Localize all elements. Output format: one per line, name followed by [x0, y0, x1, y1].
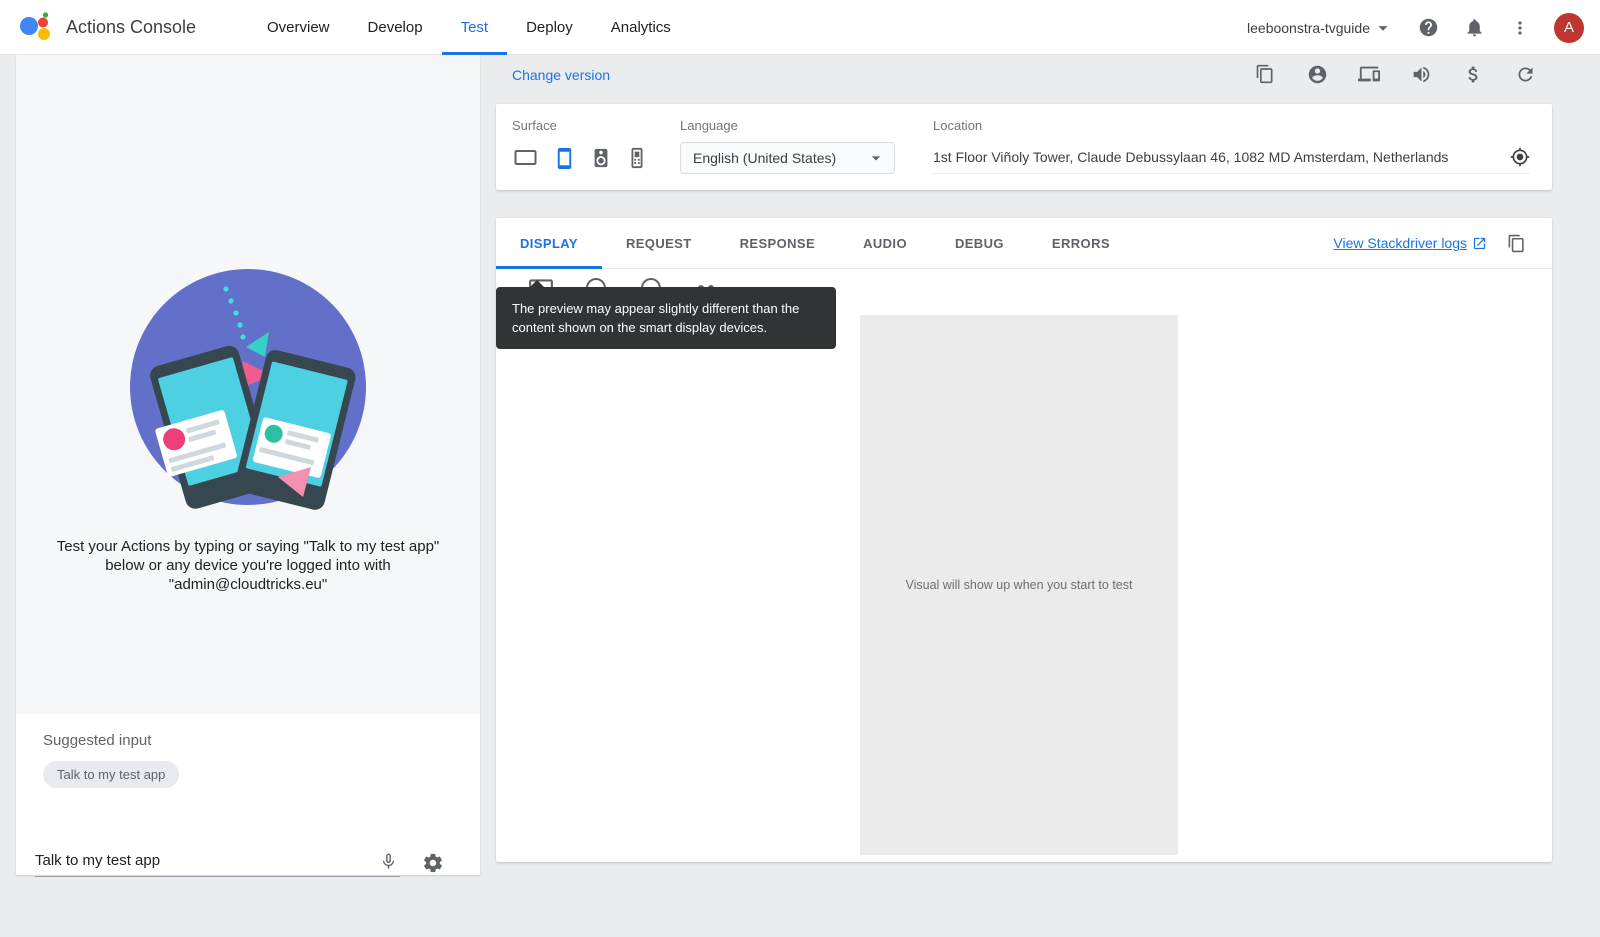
my-location-icon[interactable] — [1510, 147, 1530, 167]
surface-phone-icon[interactable] — [553, 147, 576, 170]
copy-icon[interactable] — [1507, 234, 1526, 253]
nav-develop[interactable]: Develop — [349, 0, 442, 55]
query-input[interactable] — [35, 846, 400, 876]
main-nav: Overview Develop Test Deploy Analytics — [248, 0, 690, 55]
surface-speaker-icon[interactable] — [590, 147, 612, 169]
preview-tooltip: The preview may appear slightly differen… — [496, 287, 836, 349]
nav-analytics[interactable]: Analytics — [592, 0, 690, 55]
simulator-intro-text: Test your Actions by typing or saying "T… — [55, 537, 441, 594]
tab-errors[interactable]: ERRORS — [1028, 218, 1134, 268]
suggested-input-label: Suggested input — [43, 732, 480, 749]
devices-icon[interactable] — [1358, 63, 1380, 85]
location-input[interactable]: 1st Floor Viñoly Tower, Claude Debussyla… — [933, 141, 1530, 174]
nav-deploy[interactable]: Deploy — [507, 0, 592, 55]
surface-feature-phone-icon[interactable] — [626, 147, 648, 169]
avatar[interactable]: A — [1554, 13, 1584, 43]
simulator-input-area: Suggested input Talk to my test app — [16, 732, 480, 893]
simulator-toolbar — [1254, 63, 1536, 85]
project-name: leeboonstra-tvguide — [1247, 20, 1370, 36]
chevron-down-icon — [866, 148, 886, 168]
header-right: leeboonstra-tvguide A — [1247, 0, 1584, 55]
settings-gear-icon[interactable] — [422, 852, 444, 874]
test-panel-card: DISPLAY REQUEST RESPONSE AUDIO DEBUG ERR… — [496, 218, 1552, 862]
preview-placeholder-text: Visual will show up when you start to te… — [906, 578, 1133, 592]
project-selector[interactable]: leeboonstra-tvguide — [1247, 17, 1394, 39]
tab-display[interactable]: DISPLAY — [496, 218, 602, 268]
stackdriver-logs-link[interactable]: View Stackdriver logs — [1333, 235, 1487, 251]
language-select[interactable]: English (United States) — [680, 142, 895, 174]
more-vert-icon[interactable] — [1508, 16, 1532, 40]
visual-preview-area: Visual will show up when you start to te… — [860, 315, 1178, 855]
app-title: Actions Console — [66, 17, 196, 38]
change-version-link[interactable]: Change version — [512, 67, 610, 83]
assistant-logo-icon — [18, 12, 52, 42]
nav-overview[interactable]: Overview — [248, 0, 349, 55]
surface-label: Surface — [512, 118, 648, 133]
notifications-icon[interactable] — [1462, 16, 1486, 40]
volume-icon[interactable] — [1410, 63, 1432, 85]
help-icon[interactable] — [1416, 16, 1440, 40]
refresh-icon[interactable] — [1514, 63, 1536, 85]
location-value: 1st Floor Viñoly Tower, Claude Debussyla… — [933, 149, 1510, 165]
simulator-panel: Test your Actions by typing or saying "T… — [16, 55, 480, 875]
location-label: Location — [933, 118, 1530, 133]
language-label: Language — [680, 118, 895, 133]
phones-illustration — [128, 265, 368, 511]
nav-test[interactable]: Test — [442, 0, 508, 55]
money-icon[interactable] — [1462, 63, 1484, 85]
tab-debug[interactable]: DEBUG — [931, 218, 1028, 268]
tab-response[interactable]: RESPONSE — [716, 218, 839, 268]
tab-request[interactable]: REQUEST — [602, 218, 716, 268]
language-value: English (United States) — [693, 150, 866, 166]
test-tab-bar: DISPLAY REQUEST RESPONSE AUDIO DEBUG ERR… — [496, 218, 1552, 269]
suggestion-chip[interactable]: Talk to my test app — [43, 761, 179, 788]
open-in-new-icon — [1472, 236, 1487, 251]
settings-card: Surface Language English (United States) — [496, 104, 1552, 190]
account-icon[interactable] — [1306, 63, 1328, 85]
app-header: Actions Console Overview Develop Test De… — [0, 0, 1600, 55]
mic-icon[interactable] — [379, 852, 398, 871]
query-input-underline — [35, 846, 400, 877]
surface-smart-display-icon[interactable] — [512, 146, 539, 170]
copy-icon[interactable] — [1254, 63, 1276, 85]
simulator-intro-area: Test your Actions by typing or saying "T… — [16, 55, 480, 714]
tab-audio[interactable]: AUDIO — [839, 218, 931, 268]
chevron-down-icon — [1372, 17, 1394, 39]
